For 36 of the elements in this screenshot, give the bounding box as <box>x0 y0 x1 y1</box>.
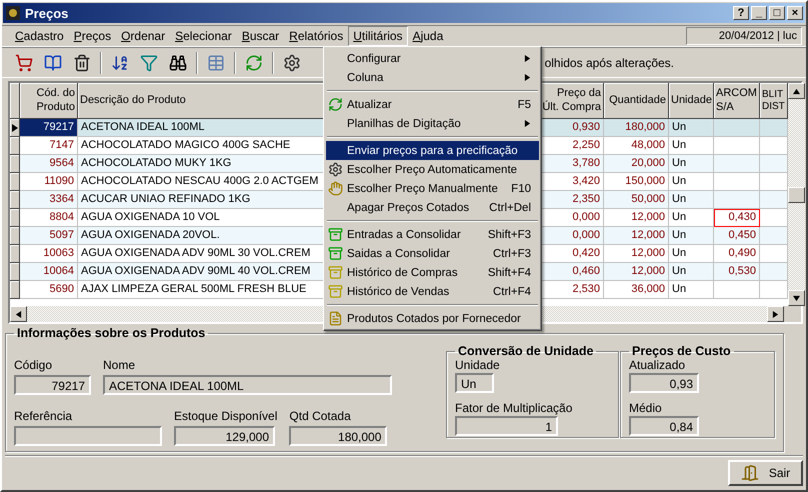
group-title: Informações sobre os Produtos <box>16 326 206 340</box>
menu-option-label: Saidas a Consolidar <box>347 248 451 260</box>
menu-option-label: Escolher Preço Automaticamente <box>347 164 518 176</box>
shortcut-text: Ctrl+F4 <box>492 286 531 298</box>
field-label: Código <box>14 358 54 372</box>
shortcut-text: Shift+F4 <box>488 266 531 278</box>
menu-option-label: Entradas a Consolidar <box>347 228 462 240</box>
menu-option-label: Produtos Cotados por Fornecedor <box>347 312 522 324</box>
menu-option-label: Atualizar <box>347 98 393 110</box>
field-label: Qtd Cotada <box>289 409 352 423</box>
menu-option-label: Coluna <box>347 72 384 84</box>
menu-option-label: Histórico de Compras <box>347 266 459 278</box>
group-title: Preços de Custo <box>631 344 732 358</box>
menu-option-label: Enviar preços para a precificação <box>347 144 519 156</box>
table-cell: 5690 <box>20 281 78 299</box>
hint-text: olhidos após alterações. <box>544 56 674 70</box>
field-label: Médio <box>629 401 663 415</box>
field-label: Estoque Disponível <box>174 409 278 423</box>
menu-option-label: Histórico de Vendas <box>347 286 450 298</box>
field-label: Nome <box>103 358 136 372</box>
table-cell: 36,000 <box>604 281 669 299</box>
shortcut-text: F5 <box>518 98 531 110</box>
table-cell: 0,430 <box>714 209 760 227</box>
menu-option-label: Planilhas de Digitação <box>347 118 462 130</box>
field-label: Fator de Multiplicação <box>455 401 574 415</box>
field-label: Atualizado <box>629 358 686 372</box>
menu-option-label: Configurar <box>347 52 402 64</box>
group-title: Conversão de Unidade <box>457 344 594 358</box>
shortcut-text: Shift+F3 <box>488 228 531 240</box>
field-label: Unidade <box>455 358 501 372</box>
table-cell: Un <box>669 281 714 299</box>
status-field: 20/04/2012 | luc <box>686 27 802 45</box>
shortcut-text: Ctrl+F3 <box>492 248 531 260</box>
table-cell: 79217 <box>20 119 78 137</box>
field-label: Referência <box>14 409 74 423</box>
window-title: Preços <box>25 6 70 20</box>
